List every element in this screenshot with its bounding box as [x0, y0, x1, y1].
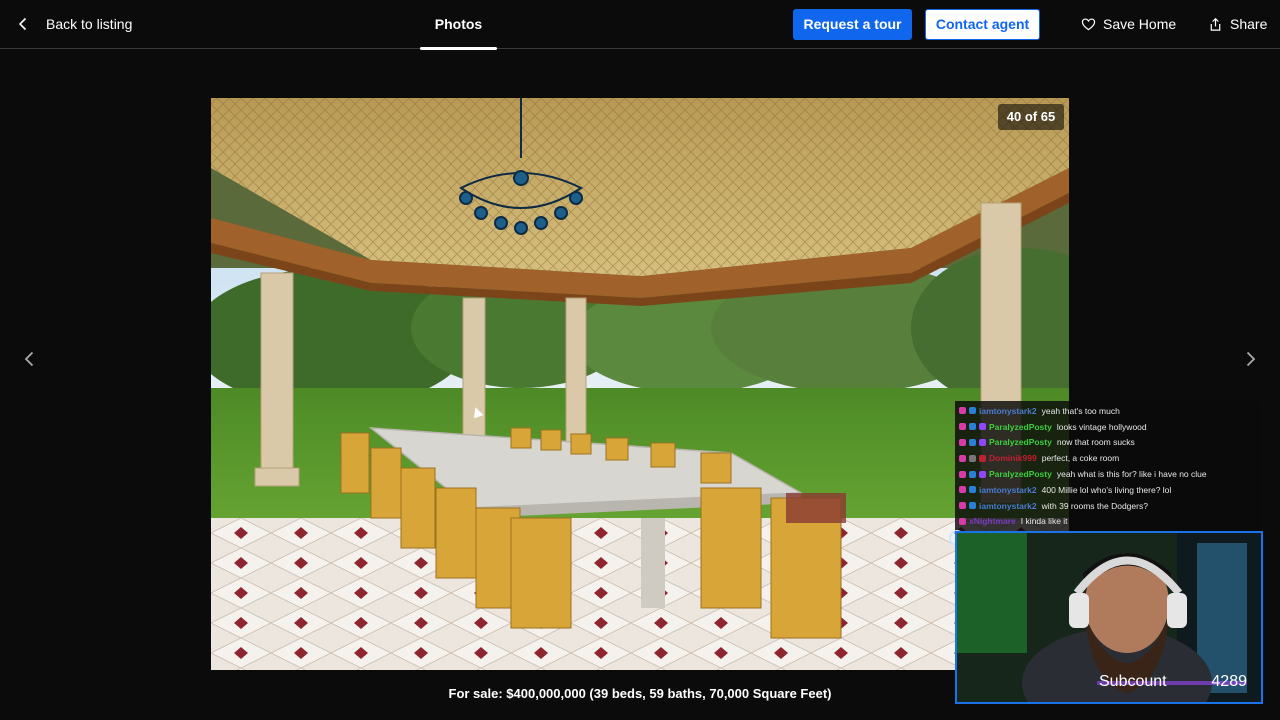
chat-username: iamtonystark2 [979, 405, 1037, 416]
chat-message: iamtonystark2 400 Millie lol who's livin… [959, 482, 1256, 498]
subcount-display: Subcount 4289 [1099, 673, 1247, 695]
chat-badge-icon [959, 517, 966, 525]
save-home-label: Save Home [1103, 16, 1177, 32]
chat-badge-icon [969, 423, 976, 431]
chat-username: ParalyzedPosty [989, 421, 1052, 432]
tab-active-indicator [420, 47, 497, 50]
stream-chat-overlay: iamtonystark2 yeah that's too much Paral… [955, 401, 1260, 531]
chat-text: looks vintage hollywood [1056, 421, 1147, 432]
tab-photos[interactable]: Photos [420, 0, 497, 50]
chat-message: ParalyzedPosty now that room sucks [959, 435, 1256, 451]
subcount-label: Subcount [1099, 673, 1167, 690]
back-label: Back to listing [46, 16, 133, 32]
chat-badge-icon [959, 486, 966, 494]
next-photo-button[interactable] [1237, 346, 1263, 372]
chat-badge-icon [979, 438, 986, 446]
chat-username: iamtonystark2 [979, 500, 1037, 511]
chat-username: ParalyzedPosty [989, 437, 1052, 448]
chat-badge-icon [979, 470, 986, 478]
chat-badge-icon [979, 423, 986, 431]
share-label: Share [1230, 16, 1268, 32]
chat-username: ParalyzedPosty [989, 469, 1052, 480]
previous-photo-button[interactable] [17, 346, 43, 372]
chevron-left-icon [24, 351, 34, 367]
gazebo-dining-scene [211, 98, 1069, 670]
chat-message: ParalyzedPosty looks vintage hollywood [959, 419, 1256, 435]
save-home-button[interactable]: Save Home [1081, 12, 1176, 36]
chat-badge-icon [969, 486, 976, 494]
chat-badge-icon [959, 438, 966, 446]
back-to-listing-link[interactable]: Back to listing [14, 12, 132, 36]
listing-photo[interactable] [211, 98, 1069, 670]
share-button[interactable]: Share [1208, 12, 1267, 36]
share-icon [1210, 17, 1221, 31]
chat-badge-icon [969, 407, 976, 415]
chat-text: 400 Millie lol who's living there? lol [1041, 484, 1172, 495]
request-tour-button[interactable]: Request a tour [793, 9, 912, 40]
chat-badge-icon [959, 423, 966, 431]
chat-message: iamtonystark2 with 39 rooms the Dodgers? [959, 498, 1256, 514]
chat-badge-icon [969, 454, 976, 462]
chat-badge-icon [959, 470, 966, 478]
chat-message: iamtonystark2 yeah that's too much [959, 403, 1256, 419]
subcount-value: 4289 [1211, 673, 1247, 690]
chat-badge-icon [969, 470, 976, 478]
chat-text: perfect, a coke room [1041, 453, 1120, 464]
chat-text: yeah that's too much [1041, 405, 1120, 416]
chat-badge-icon [969, 502, 976, 510]
chat-username: xNightmare [969, 516, 1016, 527]
chevron-left-icon [18, 17, 27, 31]
chat-text: I kinda like it [1020, 516, 1068, 527]
chat-badge-icon [959, 407, 966, 415]
chat-badge-icon [959, 502, 966, 510]
chat-username: iamtonystark2 [979, 484, 1037, 495]
webcam-overlay: Subcount 4289 [955, 531, 1263, 704]
chat-badge-icon [969, 438, 976, 446]
photo-counter: 40 of 65 [998, 104, 1064, 130]
tab-photos-label: Photos [434, 16, 483, 32]
chat-text: yeah what is this for? like i have no cl… [1056, 469, 1207, 480]
chat-badge-icon [959, 454, 966, 462]
chat-text: now that room sucks [1056, 437, 1135, 448]
chat-message: Dominik999 perfect, a coke room [959, 450, 1256, 466]
top-bar: Back to listing Photos Request a tour Co… [0, 0, 1280, 50]
chevron-right-icon [1246, 351, 1256, 367]
chat-username: Dominik999 [989, 453, 1037, 464]
chat-message: xNightmare I kinda like it [959, 514, 1256, 530]
heart-icon [1081, 17, 1096, 30]
chat-message: ParalyzedPosty yeah what is this for? li… [959, 466, 1256, 482]
chat-text: with 39 rooms the Dodgers? [1041, 500, 1148, 511]
chat-badge-icon [979, 454, 986, 462]
contact-agent-button[interactable]: Contact agent [925, 9, 1040, 40]
